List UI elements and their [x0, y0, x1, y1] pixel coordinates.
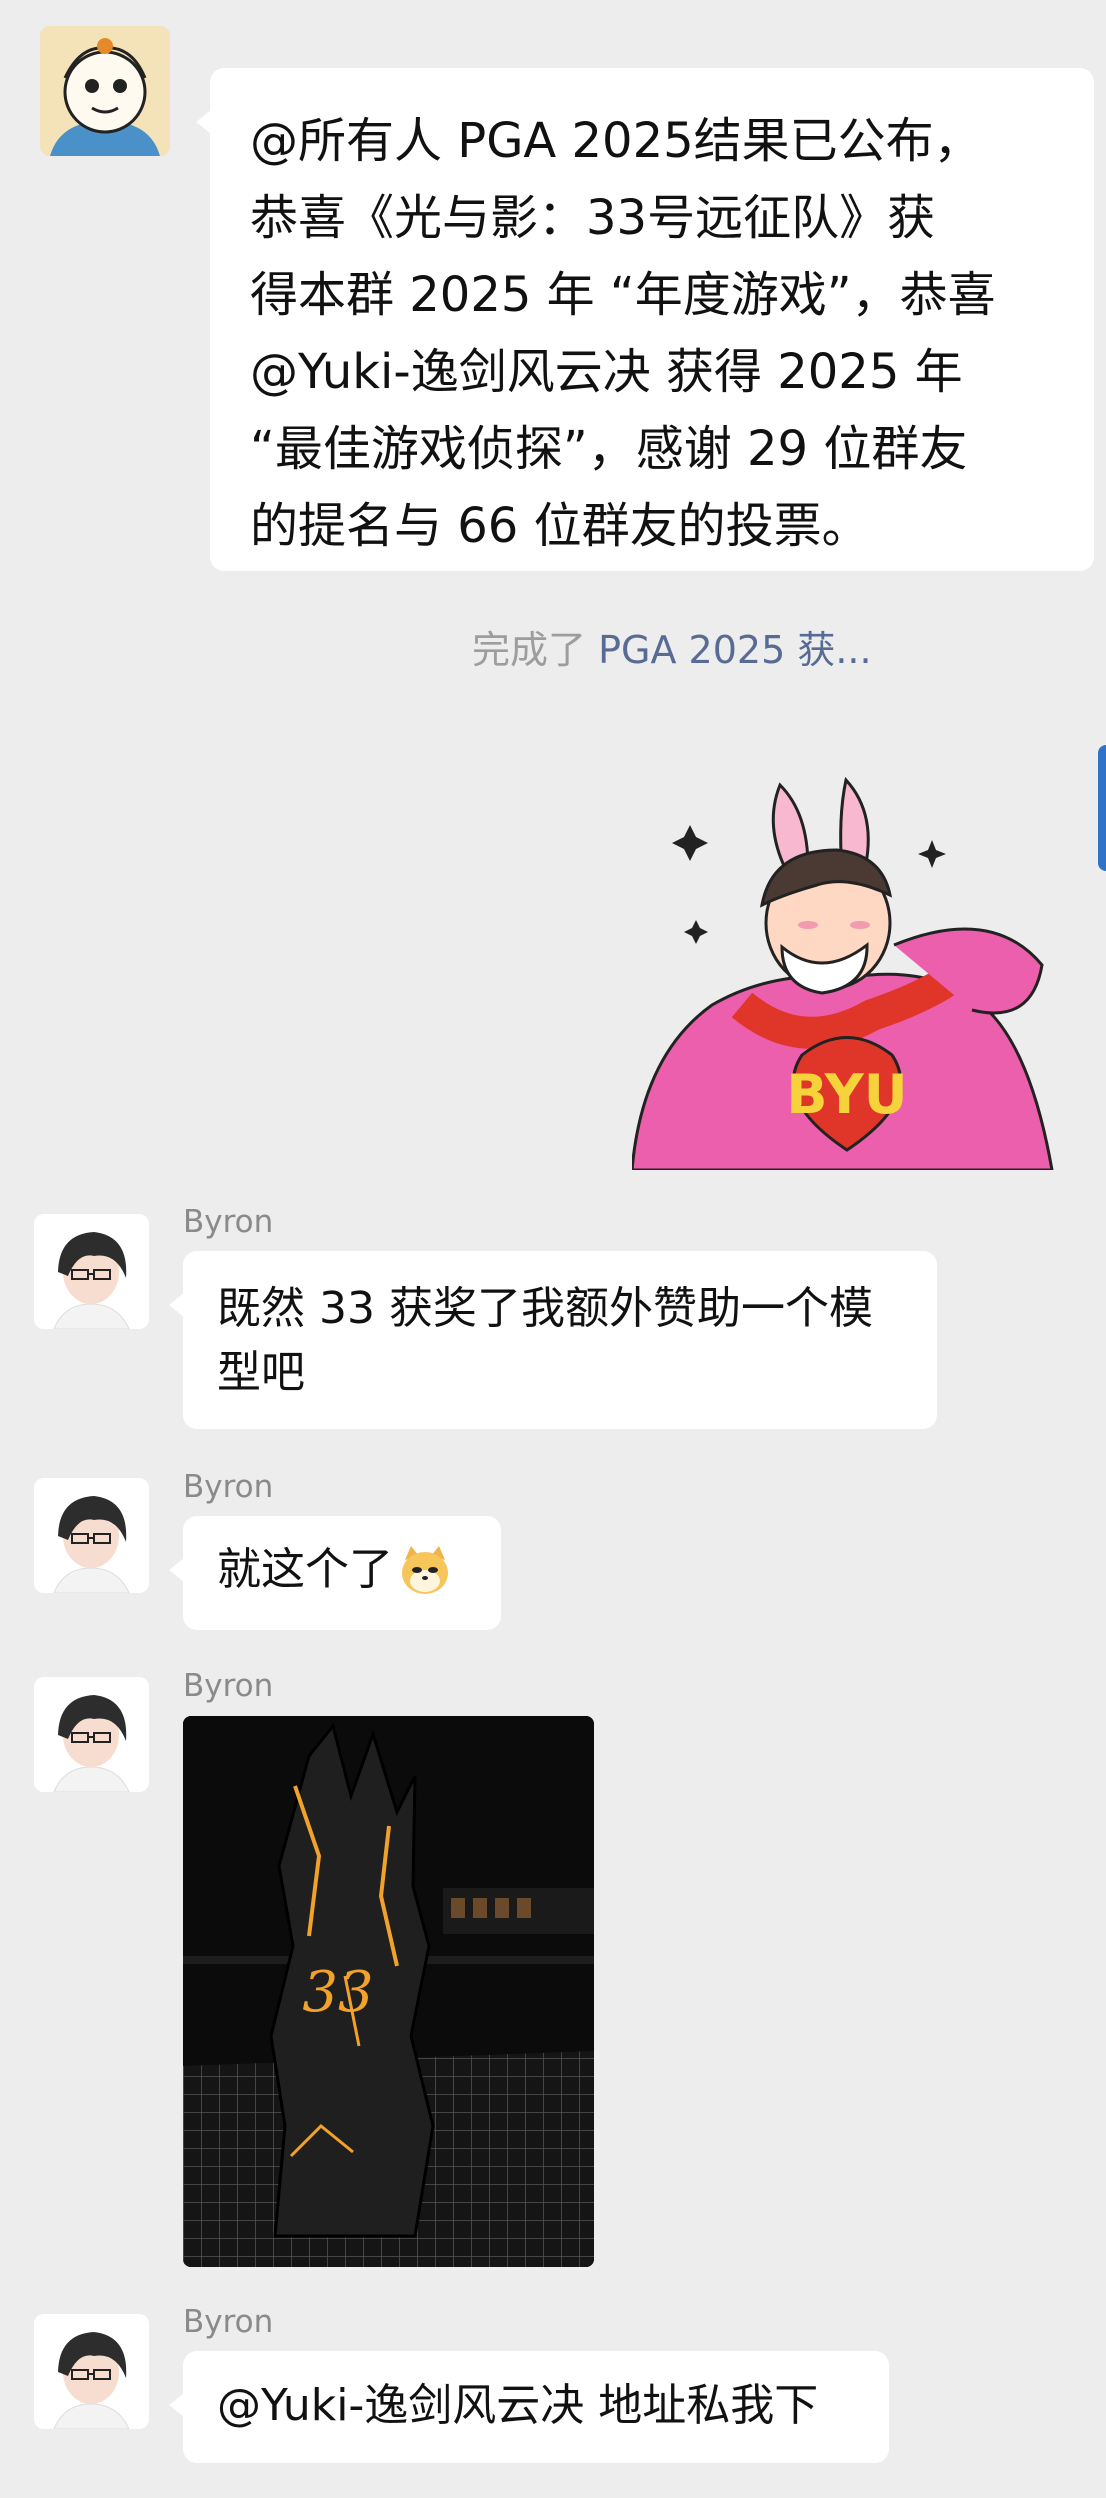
sender-name: Byron [183, 1469, 274, 1505]
sender-name: Byron [183, 1668, 274, 1704]
message-text: @所有人 PGA 2025结果已公布， 恭喜《光与影：33号远征队》获 得本群 … [250, 113, 996, 554]
image-message[interactable]: 33 [183, 1716, 594, 2267]
anime-avatar-icon [34, 1478, 149, 1593]
system-message-text: 完成了 [472, 628, 587, 672]
message-bubble[interactable]: @所有人 PGA 2025结果已公布， 恭喜《光与影：33号远征队》获 得本群 … [196, 68, 1094, 571]
message-text: 就这个了 [217, 1544, 393, 1595]
anime-avatar-icon [34, 1677, 149, 1792]
anime-avatar-icon [34, 2314, 149, 2429]
message-bubble[interactable]: 既然 33 获奖了我额外赞助一个模 型吧 [169, 1251, 937, 1429]
dark-model-photo-icon: 33 [183, 1716, 594, 2267]
sender-name: Byron [183, 2304, 274, 2340]
sender-avatar[interactable] [40, 26, 170, 156]
message-text: @Yuki-逸剑风云决 地址私我下 [217, 2380, 819, 2431]
image-text: 33 [302, 1960, 373, 2025]
sender-name: Byron [183, 1204, 274, 1240]
pink-rabbit-sticker-icon: BYU [630, 776, 1054, 1172]
sticker-text: BYU [786, 1063, 907, 1126]
system-message-link[interactable]: PGA 2025 获... [598, 628, 871, 672]
side-panel-tab[interactable] [1098, 745, 1106, 871]
sender-avatar[interactable] [34, 1677, 149, 1792]
anime-avatar-icon [34, 1214, 149, 1329]
sender-avatar[interactable] [34, 1478, 149, 1593]
sender-avatar[interactable] [34, 2314, 149, 2429]
sticker-message[interactable]: BYU [630, 755, 1060, 1172]
sender-avatar[interactable] [34, 1214, 149, 1329]
message-content: 就这个了 [217, 1540, 467, 1600]
system-message: 完成了 PGA 2025 获... [472, 626, 992, 674]
message-bubble[interactable]: 就这个了 [169, 1516, 501, 1630]
message-text: 既然 33 获奖了我额外赞助一个模 型吧 [217, 1283, 873, 1398]
message-bubble[interactable]: @Yuki-逸剑风云决 地址私我下 [169, 2351, 889, 2463]
cartoon-avatar-icon [40, 26, 170, 156]
doge-emoji-icon [402, 1546, 448, 1594]
